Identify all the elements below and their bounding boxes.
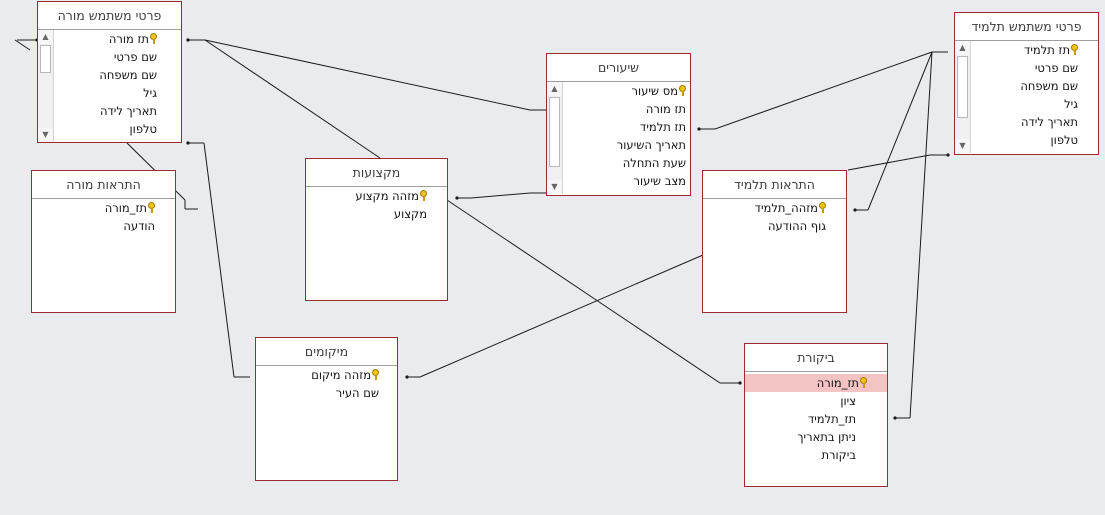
table-title[interactable]: התראות תלמיד: [703, 171, 846, 199]
field-row[interactable]: תז תלמיד: [971, 41, 1078, 59]
field-row[interactable]: מזהה_תלמיד: [703, 199, 826, 217]
table-title[interactable]: שיעורים: [547, 54, 690, 82]
table-reviews[interactable]: ביקורת תז_מורה ציון תז_תלמיד ניתן בתאריך…: [744, 343, 888, 487]
arrow-down-icon[interactable]: ▼: [547, 180, 562, 194]
rel-student-reviews[interactable]: [893, 51, 933, 420]
table-locations[interactable]: מיקומים מזהה מיקום שם העיר: [255, 337, 398, 481]
table-title[interactable]: מיקומים: [256, 338, 397, 366]
field-row[interactable]: תז_תלמיד: [745, 410, 887, 428]
field-row[interactable]: גוף ההודעה: [703, 217, 826, 235]
arrow-down-icon[interactable]: ▼: [955, 139, 970, 153]
rel-student-studentalerts[interactable]: [853, 51, 933, 212]
table-title[interactable]: מקצועות: [306, 159, 447, 187]
field-row-selected[interactable]: תז_מורה: [745, 374, 887, 392]
field-name: תז תלמיד: [1024, 43, 1070, 57]
field-row[interactable]: תאריך השיעור: [563, 136, 686, 154]
arrow-up-icon[interactable]: ▲: [547, 82, 562, 96]
table-teacher-alerts[interactable]: התראות מורה תז_מורה הודעה: [31, 170, 176, 313]
vertical-scrollbar[interactable]: ▲ ▼: [955, 41, 971, 153]
field-row[interactable]: שם משפחה: [971, 77, 1078, 95]
field-row[interactable]: שם פרטי: [971, 59, 1078, 77]
field-name: מזהה מיקום: [311, 368, 371, 382]
arrow-up-icon[interactable]: ▲: [955, 41, 970, 55]
rel-teacher-locations[interactable]: [186, 141, 250, 378]
key-icon: [860, 377, 867, 388]
field-row[interactable]: ציון: [745, 392, 887, 410]
rel-professions-reviews[interactable]: [446, 199, 742, 385]
scroll-thumb[interactable]: [40, 45, 51, 73]
field-row[interactable]: טלפון: [971, 131, 1078, 149]
key-icon: [148, 202, 155, 213]
field-row[interactable]: תז_מורה: [32, 199, 155, 217]
rel-teacher-lessons[interactable]: [186, 38, 546, 111]
key-icon: [372, 369, 379, 380]
field-name: מזהה מקצוע: [355, 189, 419, 203]
field-row[interactable]: הודעה: [32, 217, 155, 235]
field-row[interactable]: ניתן בתאריך: [745, 428, 887, 446]
field-row[interactable]: גיל: [971, 95, 1078, 113]
vertical-scrollbar[interactable]: ▲ ▼: [38, 30, 54, 142]
table-professions[interactable]: מקצועות מזהה מקצוע מקצוע: [305, 158, 448, 301]
scroll-thumb[interactable]: [549, 97, 560, 167]
key-icon: [420, 190, 427, 201]
field-row[interactable]: תז מורה: [563, 100, 686, 118]
table-lessons[interactable]: שיעורים ▲ ▼ מס שיעור תז מורה תז תלמיד תא…: [546, 53, 691, 196]
field-row[interactable]: גיל: [54, 84, 157, 102]
field-row[interactable]: שם משפחה: [54, 66, 157, 84]
field-name: מס שיעור: [631, 84, 678, 98]
rel-lessons-student[interactable]: [697, 51, 948, 131]
table-title[interactable]: ביקורת: [745, 344, 887, 372]
field-row[interactable]: שם העיר: [256, 384, 379, 402]
field-row[interactable]: תאריך לידה: [971, 113, 1078, 131]
table-student-user[interactable]: פרטי משתמש תלמיד ▲ ▼ תז תלמיד שם פרטי שם…: [954, 12, 1099, 155]
field-row[interactable]: מקצוע: [306, 205, 427, 223]
table-title[interactable]: התראות מורה: [32, 171, 175, 199]
key-icon: [679, 85, 686, 96]
arrow-down-icon[interactable]: ▼: [38, 128, 53, 142]
field-row[interactable]: תז תלמיד: [563, 118, 686, 136]
table-title[interactable]: פרטי משתמש תלמיד: [955, 13, 1098, 41]
field-row[interactable]: שם פרטי: [54, 48, 157, 66]
scroll-thumb[interactable]: [957, 56, 968, 118]
field-row[interactable]: מזהה מיקום: [256, 366, 379, 384]
vertical-scrollbar[interactable]: ▲ ▼: [547, 82, 563, 194]
rel-locations-studentalerts[interactable]: [405, 254, 704, 379]
table-teacher-user[interactable]: פרטי משתמש מורה ▲ ▼ תז מורה שם פרטי שם מ…: [37, 1, 182, 143]
table-student-alerts[interactable]: התראות תלמיד מזהה_תלמיד גוף ההודעה: [702, 170, 847, 313]
field-name: מזהה_תלמיד: [754, 201, 818, 215]
table-title[interactable]: פרטי משתמש מורה: [38, 2, 181, 30]
key-icon: [1071, 44, 1078, 55]
rel-teacher-professions[interactable]: [204, 39, 381, 159]
field-name: תז מורה: [108, 32, 149, 46]
key-icon: [819, 202, 826, 213]
rel-teacher-self[interactable]: [14, 38, 39, 51]
relationships-canvas[interactable]: פרטי משתמש מורה ▲ ▼ תז מורה שם פרטי שם מ…: [0, 0, 1105, 515]
field-row[interactable]: מצב שיעור: [563, 172, 686, 190]
field-row[interactable]: שעת התחלה: [563, 154, 686, 172]
rel-studentalerts-student2[interactable]: [847, 153, 950, 171]
field-row[interactable]: טלפון: [54, 120, 157, 138]
field-row[interactable]: תאריך לידה: [54, 102, 157, 120]
arrow-up-icon[interactable]: ▲: [38, 30, 53, 44]
field-name: תז_מורה: [104, 201, 147, 215]
key-icon: [150, 33, 157, 44]
field-row[interactable]: תז מורה: [54, 30, 157, 48]
field-row[interactable]: מס שיעור: [563, 82, 686, 100]
field-row[interactable]: מזהה מקצוע: [306, 187, 427, 205]
rel-professions-lessons[interactable]: [455, 192, 546, 200]
field-row[interactable]: ביקורת: [745, 446, 887, 464]
field-name: תז_מורה: [816, 376, 859, 390]
